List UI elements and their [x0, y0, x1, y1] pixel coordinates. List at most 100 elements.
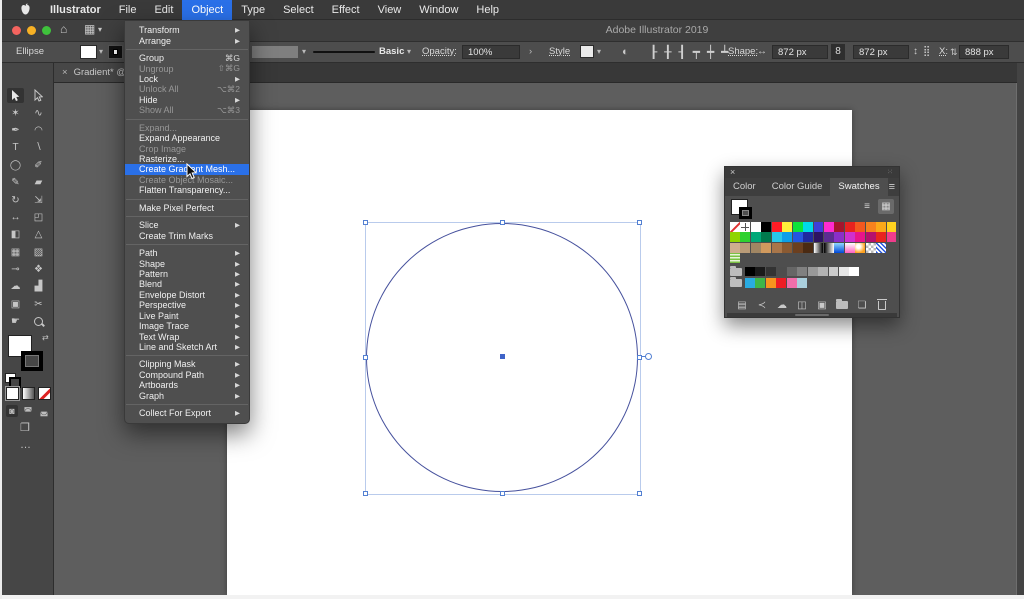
minimize-window-button[interactable]: [27, 26, 36, 35]
stroke-weight-chevron-icon[interactable]: ▾: [302, 42, 306, 62]
swatch[interactable]: [829, 267, 839, 277]
width-tool-icon[interactable]: ↔: [7, 210, 24, 225]
gradient-tool-icon[interactable]: ▨: [30, 245, 47, 260]
new-color-group-icon[interactable]: [832, 301, 852, 309]
color-group-folder-icon[interactable]: [730, 268, 742, 276]
menu-item-make-pixel-perfect[interactable]: Make Pixel Perfect: [125, 203, 249, 213]
swatch[interactable]: [866, 232, 876, 242]
swatch[interactable]: [772, 232, 782, 242]
grid-view-icon[interactable]: ▦: [878, 199, 894, 214]
swatch[interactable]: [814, 222, 824, 232]
default-fill-stroke-icon[interactable]: [5, 373, 16, 383]
swatch[interactable]: [761, 222, 771, 232]
stroke-proxy[interactable]: [21, 351, 43, 371]
menubar-item-window[interactable]: Window: [410, 0, 467, 20]
x-stepper-icon[interactable]: ⇅: [950, 42, 958, 62]
menubar-item-edit[interactable]: Edit: [145, 0, 182, 20]
swatch[interactable]: [787, 278, 797, 288]
menu-item-clipping-mask[interactable]: Clipping Mask▶: [125, 359, 249, 369]
panel-dock-strip[interactable]: [1016, 42, 1024, 595]
swatch[interactable]: [776, 278, 786, 288]
shape-width-field[interactable]: 872 px: [772, 45, 828, 59]
menu-item-artboards[interactable]: Artboards▶: [125, 380, 249, 390]
menubar-item-object[interactable]: Object: [182, 0, 232, 20]
menu-item-hide[interactable]: Hide▶: [125, 95, 249, 105]
selection-handle[interactable]: [500, 220, 505, 225]
swatch[interactable]: [751, 232, 761, 242]
valign-middle-icon[interactable]: ┿: [707, 42, 714, 62]
swatch-libraries-icon[interactable]: ▤: [732, 300, 752, 311]
swatch[interactable]: [834, 243, 844, 253]
swatch[interactable]: [834, 232, 844, 242]
swatch[interactable]: [803, 243, 813, 253]
swatch[interactable]: [730, 232, 740, 242]
graph-tool-icon[interactable]: ▟: [30, 279, 47, 294]
direct-selection-tool-icon[interactable]: [30, 88, 47, 103]
panel-menu-icon[interactable]: ≡: [889, 178, 895, 196]
swatch[interactable]: [855, 243, 865, 253]
selection-tool-icon[interactable]: [7, 88, 24, 103]
panel-stroke-proxy[interactable]: [739, 207, 752, 219]
type-tool-icon[interactable]: T: [7, 140, 24, 155]
hand-tool-icon[interactable]: ☛: [7, 314, 24, 329]
free-transform-tool-icon[interactable]: ◰: [30, 210, 47, 225]
gradient-button[interactable]: [22, 387, 35, 400]
menu-item-graph[interactable]: Graph▶: [125, 391, 249, 401]
list-view-icon[interactable]: ≡: [859, 199, 875, 214]
stroke-style-value[interactable]: Basic: [379, 42, 404, 62]
selection-handle[interactable]: [637, 220, 642, 225]
opacity-field[interactable]: 100%: [462, 45, 520, 59]
shape-height-field[interactable]: 872 px: [853, 45, 909, 59]
perspective-grid-tool-icon[interactable]: △: [30, 227, 47, 242]
menu-item-expand-appearance[interactable]: Expand Appearance: [125, 133, 249, 143]
menu-item-shape[interactable]: Shape▶: [125, 258, 249, 268]
swatch[interactable]: [793, 243, 803, 253]
panel-close-icon[interactable]: ×: [730, 167, 735, 178]
swatch[interactable]: [814, 243, 824, 253]
panel-tab-color[interactable]: Color: [725, 178, 764, 196]
menu-item-image-trace[interactable]: Image Trace▶: [125, 321, 249, 331]
blend-tool-icon[interactable]: ❖: [30, 262, 47, 277]
symbol-sprayer-tool-icon[interactable]: ☁: [7, 279, 24, 294]
curvature-tool-icon[interactable]: ◠: [30, 123, 47, 138]
swatch[interactable]: [782, 243, 792, 253]
close-window-button[interactable]: [12, 26, 21, 35]
menu-item-group[interactable]: Group⌘G: [125, 53, 249, 63]
document-setup-icon[interactable]: ◐: [622, 42, 629, 62]
menubar-item-file[interactable]: File: [110, 0, 146, 20]
none-button[interactable]: [38, 387, 51, 400]
color-button[interactable]: [6, 387, 19, 400]
swatch[interactable]: [824, 222, 834, 232]
swatch[interactable]: [761, 243, 771, 253]
eyedropper-tool-icon[interactable]: ⊸: [7, 262, 24, 277]
selection-handle[interactable]: [363, 220, 368, 225]
menu-item-envelope-distort[interactable]: Envelope Distort▶: [125, 290, 249, 300]
panel-tab-color-guide[interactable]: Color Guide: [764, 178, 831, 196]
swatch[interactable]: [887, 232, 897, 242]
reference-point-grid-icon[interactable]: ⣿: [923, 42, 930, 62]
swatch[interactable]: [845, 232, 855, 242]
shape-builder-tool-icon[interactable]: ◧: [7, 227, 24, 242]
align-center-icon[interactable]: ╂: [664, 42, 671, 62]
menubar-item-view[interactable]: View: [369, 0, 411, 20]
panel-scrollbar[interactable]: [727, 313, 897, 317]
selection-handle[interactable]: [500, 491, 505, 496]
swatch[interactable]: [876, 243, 886, 253]
link-dimensions-icon[interactable]: 8: [831, 44, 845, 60]
swatch[interactable]: [730, 222, 740, 232]
stroke-weight-field[interactable]: [252, 46, 298, 58]
draw-inside-icon[interactable]: ◛: [38, 405, 50, 417]
lasso-tool-icon[interactable]: ∿: [30, 106, 47, 121]
swatch[interactable]: [845, 243, 855, 253]
apple-menu[interactable]: [10, 3, 41, 16]
opacity-more-icon[interactable]: ›: [529, 42, 532, 62]
swatch[interactable]: [793, 232, 803, 242]
swatch[interactable]: [803, 232, 813, 242]
zoom-window-button[interactable]: [42, 26, 51, 35]
zoom-tool-icon[interactable]: [30, 314, 47, 329]
stroke-style-chevron-icon[interactable]: ▾: [407, 42, 411, 62]
swatch[interactable]: [818, 267, 828, 277]
swatch[interactable]: [740, 232, 750, 242]
swatch[interactable]: [745, 267, 755, 277]
swatch[interactable]: [772, 222, 782, 232]
